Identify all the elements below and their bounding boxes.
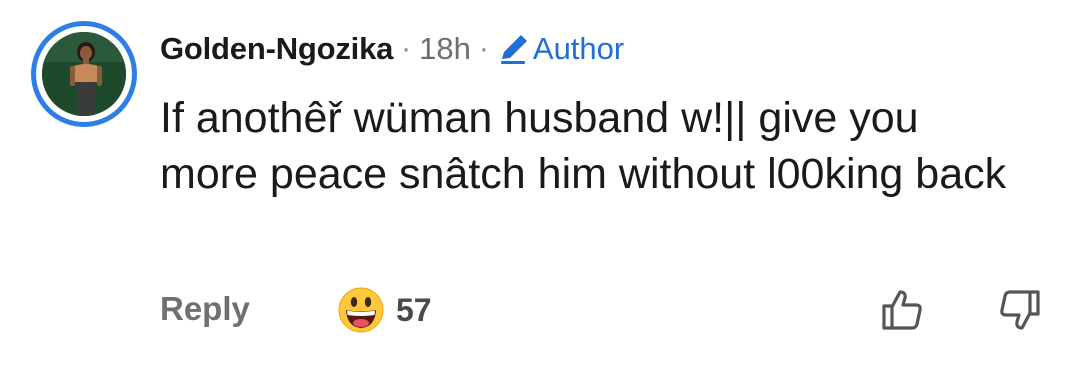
like-button[interactable]: [878, 286, 926, 334]
reaction-summary[interactable]: 57: [338, 287, 432, 333]
comment-text: If anothêř wüman husband w!|| give you m…: [160, 94, 1007, 198]
thumbs-down-icon: [1000, 290, 1040, 330]
author-badge: Author: [497, 31, 624, 67]
reply-button[interactable]: Reply: [160, 290, 250, 328]
separator-dot: ·: [478, 32, 489, 65]
dislike-button[interactable]: [996, 286, 1044, 334]
username[interactable]: Golden-Ngozika: [160, 31, 393, 67]
comment-header: Golden-Ngozika · 18h · Author: [160, 28, 624, 70]
author-label: Author: [532, 31, 625, 66]
separator-dot: ·: [401, 32, 412, 65]
timestamp: 18h: [419, 31, 471, 66]
avatar-image: [42, 32, 126, 116]
grinning-face-emoji-icon: [338, 287, 384, 333]
reaction-count: 57: [396, 291, 432, 328]
avatar[interactable]: [31, 21, 137, 127]
pencil-icon: [500, 35, 527, 64]
thumbs-up-icon: [882, 290, 922, 330]
